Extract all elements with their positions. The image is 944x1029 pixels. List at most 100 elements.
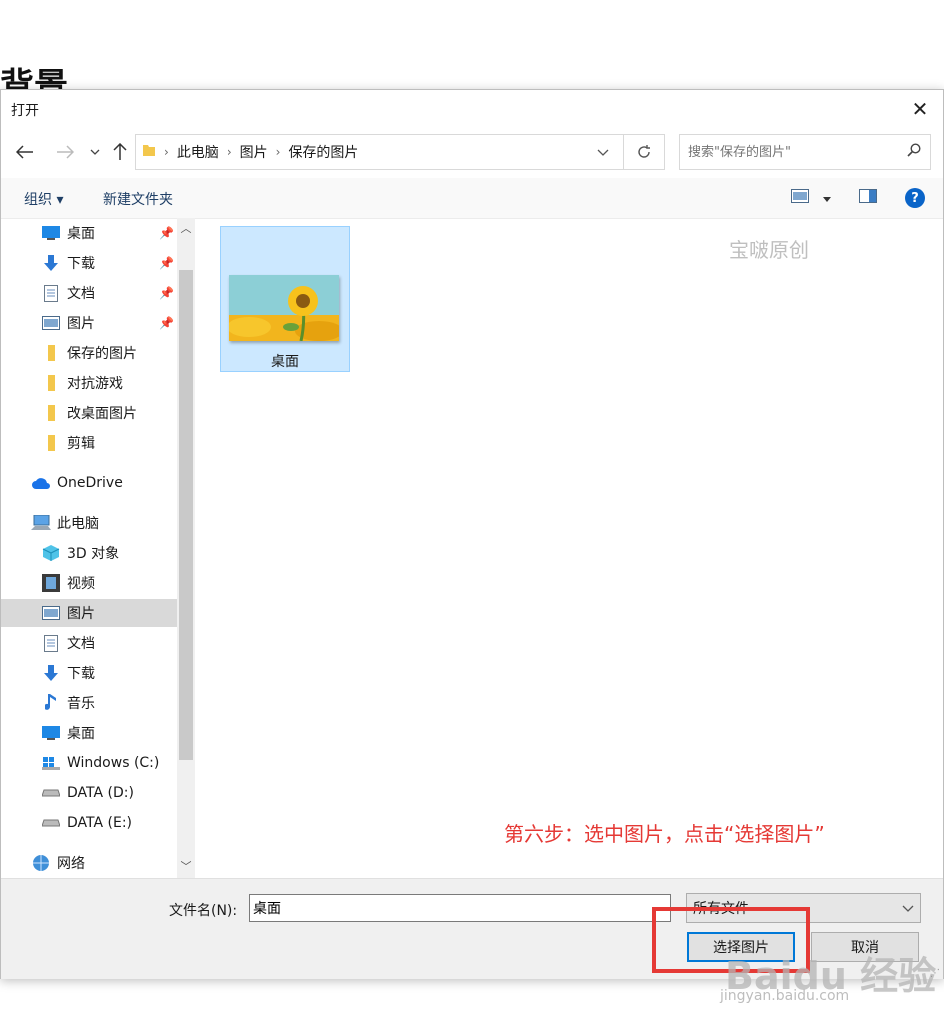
nav-item-music[interactable]: 音乐: [41, 689, 95, 717]
nav-item-folder[interactable]: 剪辑: [41, 429, 95, 457]
pin-icon[interactable]: 📌: [159, 286, 174, 300]
watermark-text: 宝啵原创: [729, 238, 809, 262]
dialog-title: 打开: [11, 103, 39, 119]
forward-arrow-icon[interactable]: [53, 140, 77, 164]
drive-icon: [41, 814, 61, 832]
instruction-annotation: 第六步：选中图片，点击“选择图片”: [504, 822, 825, 846]
scrollbar-thumb[interactable]: [179, 270, 193, 760]
network-icon: [31, 854, 51, 872]
folder-icon: [41, 434, 61, 452]
nav-item-desktop[interactable]: 桌面: [41, 219, 95, 247]
nav-item-label: 改桌面图片: [67, 406, 137, 422]
organize-button[interactable]: 组织 ▾: [24, 189, 63, 209]
nav-scrollbar[interactable]: ︿ ﹀: [177, 218, 195, 878]
preview-pane-button[interactable]: [859, 186, 877, 210]
help-icon: ?: [905, 188, 925, 208]
download-icon: [41, 664, 61, 682]
cube-icon: [41, 544, 61, 562]
pictures-icon: [41, 314, 61, 332]
breadcrumb-item[interactable]: 此电脑: [177, 142, 219, 162]
nav-item-label: 网络: [57, 856, 85, 872]
new-folder-button[interactable]: 新建文件夹: [103, 189, 173, 209]
nav-item-label: 剪辑: [67, 436, 95, 452]
file-list: 桌面 宝啵原创 第六步：选中图片，点击“选择图片”: [197, 218, 943, 878]
nav-item-network[interactable]: 网络: [31, 849, 85, 877]
chevron-down-icon[interactable]: ﹀: [177, 858, 195, 874]
nav-item-drive-c[interactable]: Windows (C:): [41, 749, 159, 777]
breadcrumb: › 此电脑 › 图片 › 保存的图片: [136, 142, 583, 162]
filename-input[interactable]: [249, 894, 671, 922]
resize-grip-icon[interactable]: ⋰: [930, 968, 940, 979]
nav-item-onedrive[interactable]: OneDrive: [31, 469, 123, 497]
change-view-button[interactable]: [791, 186, 831, 210]
desktop-icon: [41, 224, 61, 242]
nav-item-documents[interactable]: 文档: [41, 629, 95, 657]
desktop-icon: [41, 724, 61, 742]
image-thumbnail: [229, 275, 339, 341]
refresh-icon[interactable]: [623, 135, 664, 169]
background-title: 背景: [0, 66, 68, 90]
nav-item-label: 下载: [67, 666, 95, 682]
chevron-right-icon: ›: [275, 145, 281, 159]
folder-icon: [41, 344, 61, 362]
nav-item-desktop[interactable]: 桌面: [41, 719, 95, 747]
nav-item-drive-e[interactable]: DATA (E:): [41, 809, 132, 837]
preview-pane-icon: [859, 189, 877, 207]
pin-icon[interactable]: 📌: [159, 316, 174, 330]
cloud-icon: [31, 474, 51, 492]
nav-item-downloads[interactable]: 下载: [41, 659, 95, 687]
folder-icon: [41, 404, 61, 422]
filename-label: 文件名(N):: [169, 903, 238, 919]
pin-icon[interactable]: 📌: [159, 226, 174, 240]
nav-item-label: 保存的图片: [67, 346, 137, 362]
nav-item-label: 文档: [67, 636, 95, 652]
up-arrow-icon[interactable]: [108, 140, 132, 164]
search-icon[interactable]: [898, 143, 930, 161]
chevron-down-icon[interactable]: [583, 145, 623, 159]
computer-icon: [31, 514, 51, 532]
nav-item-3d-objects[interactable]: 3D 对象: [41, 539, 119, 567]
nav-item-folder[interactable]: 对抗游戏: [41, 369, 123, 397]
help-button[interactable]: ?: [905, 186, 925, 210]
nav-item-videos[interactable]: 视频: [41, 569, 95, 597]
back-arrow-icon[interactable]: [13, 140, 37, 164]
pin-icon[interactable]: 📌: [159, 256, 174, 270]
nav-item-label: 文档: [67, 286, 95, 302]
nav-item-label: DATA (D:): [67, 785, 134, 801]
close-icon[interactable]: ✕: [897, 90, 943, 128]
chevron-right-icon: ›: [226, 145, 232, 159]
document-icon: [41, 284, 61, 302]
nav-item-pictures[interactable]: 图片: [41, 309, 95, 337]
pictures-icon: [41, 604, 61, 622]
nav-item-label: Windows (C:): [67, 755, 160, 771]
nav-item-label: 3D 对象: [67, 546, 120, 562]
nav-item-pictures-selected[interactable]: 图片: [1, 599, 177, 627]
chevron-up-icon[interactable]: ︿: [177, 220, 195, 236]
nav-item-documents[interactable]: 文档: [41, 279, 95, 307]
windows-drive-icon: [41, 754, 61, 772]
breadcrumb-item[interactable]: 保存的图片: [288, 142, 358, 162]
nav-item-label: DATA (E:): [67, 815, 133, 831]
nav-item-folder[interactable]: 改桌面图片: [41, 399, 137, 427]
navigation-bar: › 此电脑 › 图片 › 保存的图片: [1, 130, 943, 174]
nav-item-downloads[interactable]: 下载: [41, 249, 95, 277]
recent-locations-icon[interactable]: [83, 140, 107, 164]
file-item-selected[interactable]: 桌面: [220, 226, 350, 372]
folder-icon: [142, 143, 156, 161]
nav-item-this-pc[interactable]: 此电脑: [31, 509, 99, 537]
baidu-url-watermark: jingyan.baidu.com: [720, 988, 850, 1004]
nav-item-drive-d[interactable]: DATA (D:): [41, 779, 134, 807]
nav-item-saved-pictures[interactable]: 保存的图片: [41, 339, 137, 367]
download-icon: [41, 254, 61, 272]
chevron-down-icon: [823, 190, 831, 206]
nav-item-label: OneDrive: [57, 475, 123, 491]
nav-item-label: 视频: [67, 576, 95, 592]
nav-item-label: 图片: [67, 606, 95, 622]
search-input[interactable]: [680, 135, 898, 169]
command-toolbar: 组织 ▾ 新建文件夹 ?: [1, 178, 943, 219]
address-bar[interactable]: › 此电脑 › 图片 › 保存的图片: [135, 134, 665, 170]
breadcrumb-item[interactable]: 图片: [240, 142, 268, 162]
view-icon: [791, 189, 809, 207]
nav-item-label: 音乐: [67, 696, 95, 712]
drive-icon: [41, 784, 61, 802]
